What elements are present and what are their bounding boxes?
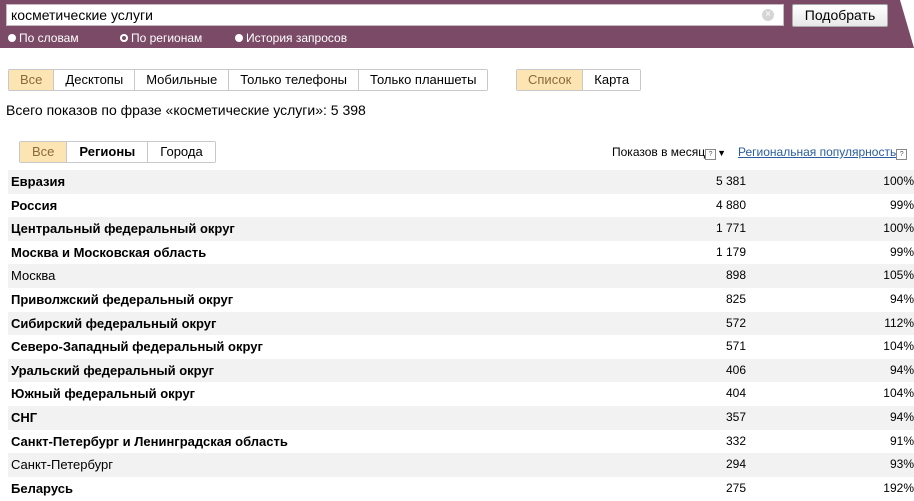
region-name: Москва и Московская область	[11, 244, 207, 260]
mode-radio-by-words[interactable]: По словам	[8, 31, 79, 45]
table-row: Москва и Московская область 1 179 99%	[8, 241, 914, 265]
shows-count: 404	[725, 386, 746, 401]
device-tabs: Все Десктопы Мобильные Только телефоны Т…	[8, 69, 489, 91]
regional-popularity: 104%	[883, 339, 914, 354]
radio-on-icon	[120, 34, 128, 42]
mode-label: По словам	[19, 31, 79, 45]
column-header-popularity[interactable]: Региональная популярность?	[738, 145, 908, 160]
submit-button[interactable]: Подобрать	[792, 4, 888, 27]
table-row: Южный федеральный округ 404 104%	[8, 382, 914, 406]
table-row: Россия 4 880 99%	[8, 194, 914, 218]
clear-search-icon[interactable]: ×	[762, 9, 774, 21]
shows-count: 4 880	[715, 197, 746, 212]
region-name: Приволжский федеральный округ	[11, 291, 234, 307]
regional-popularity: 91%	[889, 433, 914, 448]
regions-table: Евразия 5 381 100% Россия 4 880 99% Центральны…	[8, 170, 914, 500]
region-name: Санкт-Петербург	[11, 457, 113, 473]
shows-count: 5 381	[715, 174, 746, 188]
tab-region-cities[interactable]: Города	[147, 142, 215, 162]
shows-count: 825	[725, 291, 746, 306]
view-tabs: Список Карта	[516, 69, 642, 91]
region-name: Россия	[11, 197, 58, 213]
region-name: Уральский федеральный округ	[11, 362, 215, 378]
region-name: Северо-Западный федеральный округ	[11, 339, 263, 355]
shows-count: 1 179	[715, 244, 746, 259]
column-header-shows-label: Показов в месяц	[612, 145, 706, 159]
tab-device-tablets[interactable]: Только планшеты	[358, 70, 488, 90]
regional-popularity: 93%	[889, 457, 914, 472]
region-name: СНГ	[11, 409, 38, 425]
region-name: Центральный федеральный округ	[11, 221, 235, 237]
sort-desc-icon[interactable]: ▼	[717, 148, 726, 158]
mode-label: История запросов	[246, 31, 348, 45]
region-name: Сибирский федеральный округ	[11, 315, 217, 331]
region-name: Санкт-Петербург и Ленинградская область	[11, 433, 288, 449]
header-slant-decoration	[900, 0, 914, 48]
tab-device-all[interactable]: Все	[9, 70, 54, 90]
regional-popularity: 94%	[889, 291, 914, 306]
regional-popularity: 94%	[889, 409, 914, 424]
total-summary: Всего показов по фразе «косметические ус…	[6, 102, 366, 118]
regional-popularity: 104%	[883, 386, 914, 401]
tab-region-regions[interactable]: Регионы	[66, 142, 148, 162]
regional-popularity: 100%	[883, 174, 914, 188]
shows-count: 571	[725, 339, 746, 354]
shows-count: 406	[725, 362, 746, 377]
regional-popularity: 112%	[884, 315, 914, 330]
table-row: Северо-Западный федеральный округ 571 104%	[8, 335, 914, 359]
table-row: Санкт-Петербург 294 93%	[8, 453, 914, 477]
shows-count: 898	[725, 268, 746, 283]
regional-popularity: 99%	[889, 244, 914, 259]
regional-popularity: 192%	[883, 480, 914, 495]
mode-label: По регионам	[131, 31, 203, 45]
regional-popularity: 105%	[883, 268, 914, 283]
regional-popularity: 100%	[883, 221, 914, 236]
shows-count: 294	[725, 457, 746, 472]
column-header-popularity-label: Региональная популярность	[738, 145, 897, 159]
column-header-shows[interactable]: Показов в месяц? ▼	[612, 145, 726, 160]
shows-count: 1 771	[715, 221, 746, 236]
mode-radio-by-regions[interactable]: По регионам	[120, 31, 202, 45]
search-input[interactable]: косметические услуги	[6, 4, 784, 26]
shows-count: 275	[725, 480, 746, 495]
shows-count: 572	[725, 315, 746, 330]
header-bar: косметические услуги × Подобрать По слов…	[0, 0, 914, 48]
table-row: Москва 898 105%	[8, 264, 914, 288]
table-row: Центральный федеральный округ 1 771 100%	[8, 217, 914, 241]
shows-count: 357	[725, 409, 746, 424]
table-row: Сибирский федеральный округ 572 112%	[8, 311, 914, 336]
tab-region-all[interactable]: Все	[20, 142, 67, 162]
tab-view-map[interactable]: Карта	[582, 70, 641, 90]
regional-popularity: 99%	[889, 197, 914, 212]
table-row: Беларусь 275 192%	[8, 477, 914, 501]
mode-radio-history[interactable]: История запросов	[235, 31, 347, 45]
region-name: Беларусь	[11, 480, 73, 496]
help-icon[interactable]: ?	[705, 149, 717, 160]
tab-view-list[interactable]: Список	[517, 70, 583, 90]
table-row: Приволжский федеральный округ 825 94%	[8, 288, 914, 312]
region-name: Евразия	[11, 174, 66, 189]
radio-off-icon	[8, 34, 16, 42]
table-row: Евразия 5 381 100%	[8, 170, 914, 194]
region-tabs: Все Регионы Города	[19, 141, 216, 163]
help-icon[interactable]: ?	[896, 149, 908, 160]
radio-off-icon	[235, 34, 243, 42]
table-row: Санкт-Петербург и Ленинградская область 3…	[8, 430, 914, 454]
tab-device-mobile[interactable]: Мобильные	[134, 70, 229, 90]
table-row: Уральский федеральный округ 406 94%	[8, 358, 914, 383]
tab-device-phones[interactable]: Только телефоны	[228, 70, 359, 90]
region-name: Южный федеральный округ	[11, 386, 196, 402]
shows-count: 332	[725, 433, 746, 448]
table-row: СНГ 357 94%	[8, 405, 914, 430]
region-name: Москва	[11, 268, 56, 284]
regional-popularity: 94%	[889, 362, 914, 377]
tab-device-desktop[interactable]: Десктопы	[53, 70, 135, 90]
